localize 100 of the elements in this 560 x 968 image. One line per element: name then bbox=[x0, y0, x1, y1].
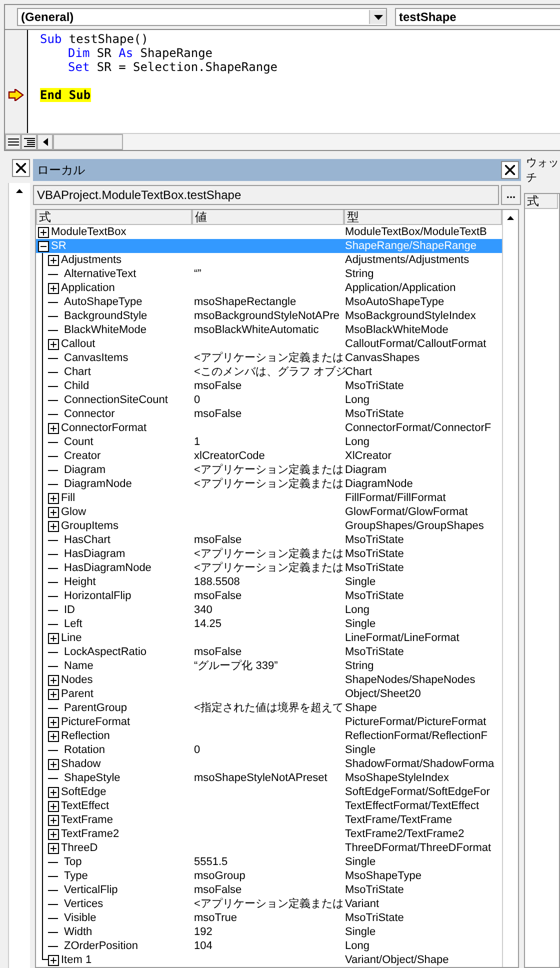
expand-icon[interactable] bbox=[48, 422, 59, 434]
lines-icon bbox=[24, 138, 34, 146]
variable-type: LineFormat/LineFormat bbox=[345, 632, 460, 644]
close-button[interactable] bbox=[501, 161, 519, 179]
expand-icon[interactable] bbox=[48, 786, 59, 798]
variable-name: Item 1 bbox=[61, 953, 92, 967]
close-icon bbox=[16, 163, 26, 173]
expand-icon[interactable] bbox=[48, 492, 59, 504]
call-stack-button[interactable]: ... bbox=[501, 185, 521, 205]
panel-title: ウォッチ bbox=[526, 156, 560, 185]
variable-value: msoFalse bbox=[194, 884, 242, 896]
expand-icon[interactable] bbox=[48, 254, 59, 266]
variable-type: XlCreator bbox=[345, 450, 392, 462]
variable-name: Rotation bbox=[64, 743, 105, 757]
variable-value: 1 bbox=[194, 436, 200, 448]
variable-name: Type bbox=[64, 869, 88, 883]
variable-name: SR bbox=[51, 239, 66, 253]
variable-value: msoBlackWhiteAutomatic bbox=[194, 324, 319, 336]
scrollbar-thumb[interactable] bbox=[53, 134, 123, 150]
column-header[interactable]: 値 bbox=[192, 210, 344, 225]
expand-icon[interactable] bbox=[48, 674, 59, 686]
variable-value: “グループ化 339” bbox=[194, 660, 278, 672]
variable-value: msoGroup bbox=[194, 870, 246, 882]
variable-name: Name bbox=[64, 659, 94, 673]
variable-type: Single bbox=[345, 576, 376, 588]
module-view-button[interactable] bbox=[21, 134, 37, 150]
variable-type: Object/Sheet20 bbox=[345, 688, 421, 700]
variable-type: Single bbox=[345, 856, 376, 868]
variable-name: HasDiagramNode bbox=[64, 561, 152, 575]
variable-value: <アプリケーション定義または bbox=[194, 548, 344, 560]
variable-type: MsoTriState bbox=[345, 408, 404, 420]
expand-icon[interactable] bbox=[38, 226, 49, 238]
procedure-view-button[interactable] bbox=[5, 134, 21, 150]
variable-name: Count bbox=[64, 435, 94, 449]
variable-name: TextEffect bbox=[61, 799, 110, 813]
variable-name: AutoShapeType bbox=[64, 295, 142, 309]
expand-icon[interactable] bbox=[48, 520, 59, 532]
variable-name: HorizontalFlip bbox=[64, 589, 132, 603]
expand-icon[interactable] bbox=[48, 842, 59, 854]
variable-value: msoFalse bbox=[194, 590, 242, 602]
expand-icon[interactable] bbox=[48, 338, 59, 350]
variable-name: Visible bbox=[64, 911, 96, 925]
variable-name: ParentGroup bbox=[64, 701, 127, 715]
variable-type: FillFormat/FillFormat bbox=[345, 492, 446, 504]
expand-icon[interactable] bbox=[48, 828, 59, 840]
close-button[interactable] bbox=[12, 159, 30, 177]
code-line: Sub testShape() bbox=[40, 32, 150, 46]
variable-name: ThreeD bbox=[61, 841, 98, 855]
variable-value: 0 bbox=[194, 394, 200, 406]
expand-icon[interactable] bbox=[48, 730, 59, 742]
expand-icon[interactable] bbox=[48, 716, 59, 728]
variable-name: Top bbox=[64, 855, 82, 869]
variable-name: Nodes bbox=[61, 673, 93, 687]
context-field: VBAProject.ModuleTextBox.testShape bbox=[33, 185, 499, 205]
variable-type: ConnectorFormat/ConnectorF bbox=[345, 422, 492, 434]
column-header[interactable]: 式 bbox=[525, 194, 558, 209]
object-dropdown[interactable]: (General) bbox=[17, 8, 387, 26]
variable-type: TextFrame/TextFrame bbox=[345, 814, 452, 826]
expand-icon[interactable] bbox=[48, 814, 59, 826]
variable-type: ShapeNodes/ShapeNodes bbox=[345, 674, 476, 686]
expand-icon[interactable] bbox=[48, 632, 59, 644]
variable-value: msoFalse bbox=[194, 534, 242, 546]
expand-icon[interactable] bbox=[48, 800, 59, 812]
variable-type: MsoTriState bbox=[345, 548, 404, 560]
expand-icon[interactable] bbox=[48, 758, 59, 770]
variable-name: Creator bbox=[64, 449, 101, 463]
variable-type: ThreeDFormat/ThreeDFormat bbox=[345, 842, 492, 854]
procedure-dropdown[interactable]: testShape bbox=[395, 8, 560, 26]
expand-icon[interactable] bbox=[48, 954, 59, 966]
variable-value: <アプリケーション定義または bbox=[194, 898, 344, 910]
variable-name: HasChart bbox=[64, 533, 110, 547]
variable-type: PictureFormat/PictureFormat bbox=[345, 716, 486, 728]
variable-value: 14.25 bbox=[194, 618, 222, 630]
scroll-left-button[interactable] bbox=[37, 134, 53, 150]
close-icon bbox=[505, 165, 515, 175]
variable-name: CanvasItems bbox=[64, 351, 128, 365]
variable-type: Long bbox=[345, 940, 370, 952]
variable-value: msoShapeRectangle bbox=[194, 296, 296, 308]
collapse-icon[interactable] bbox=[38, 240, 49, 252]
expand-icon[interactable] bbox=[48, 282, 59, 294]
dropdown-arrow-icon bbox=[374, 14, 382, 20]
variable-name: TextFrame bbox=[61, 813, 113, 827]
expand-icon[interactable] bbox=[48, 506, 59, 518]
variable-name: Vertices bbox=[64, 897, 104, 911]
lines-icon bbox=[8, 138, 18, 146]
expand-icon[interactable] bbox=[48, 688, 59, 700]
variable-type: MsoBlackWhiteMode bbox=[345, 324, 448, 336]
variable-name: Adjustments bbox=[61, 253, 122, 267]
variable-name: HasDiagram bbox=[64, 547, 126, 561]
variable-value: msoShapeStyleNotAPreset bbox=[194, 772, 328, 784]
variable-value: <アプリケーション定義または bbox=[194, 464, 344, 476]
variable-name: BackgroundStyle bbox=[64, 309, 148, 323]
variable-type: GroupShapes/GroupShapes bbox=[345, 520, 484, 532]
variable-value: xlCreatorCode bbox=[194, 450, 265, 462]
variable-name: Shadow bbox=[61, 757, 101, 771]
column-header[interactable]: 型 bbox=[344, 210, 502, 225]
variable-type: MsoTriState bbox=[345, 884, 404, 896]
variable-type: MsoTriState bbox=[345, 590, 404, 602]
column-header[interactable]: 式 bbox=[36, 210, 192, 225]
variable-type: Chart bbox=[345, 366, 372, 378]
